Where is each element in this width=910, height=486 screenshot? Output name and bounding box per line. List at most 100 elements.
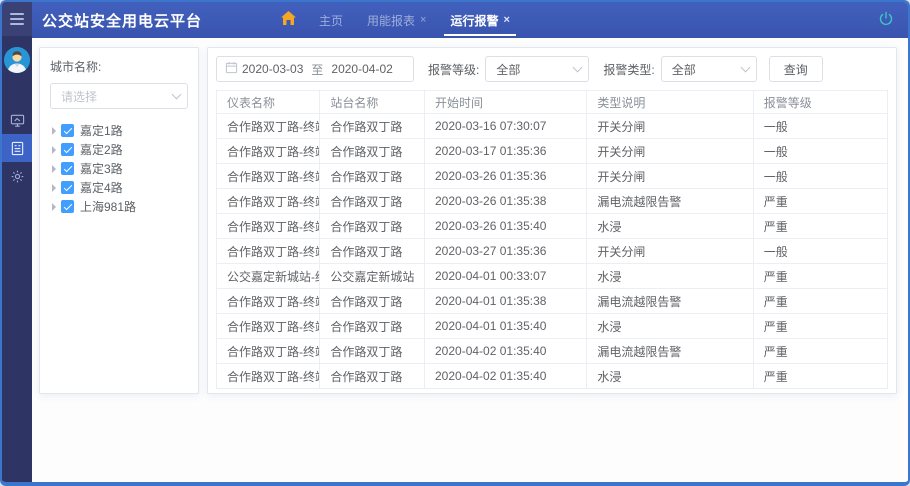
sidebar-nav	[2, 106, 32, 190]
top-header: 公交站安全用电云平台 主页 用能报表 × 运行报警 ×	[32, 2, 908, 38]
side-rail	[2, 2, 32, 482]
tree-item-label: 上海981路	[80, 200, 137, 214]
table-row[interactable]: 合作路双丁路-终端1 合作路双丁路 2020-03-26 01:35:40 水浸…	[215, 213, 889, 239]
table-column-header: 站台名称	[319, 90, 425, 114]
tree-item-label: 嘉定1路	[80, 124, 123, 138]
cell-alarm-level: 一般	[752, 113, 889, 139]
header-tabs: 主页 用能报表 × 运行报警 ×	[270, 2, 522, 38]
cell-alarm-level: 严重	[752, 363, 889, 389]
cell-start-time: 2020-03-26 01:35:40	[423, 213, 588, 239]
checked-checkbox[interactable]	[61, 124, 74, 137]
user-avatar[interactable]	[4, 47, 30, 73]
cell-start-time: 2020-03-27 01:35:36	[423, 238, 588, 264]
cell-station-name: 合作路双丁路	[319, 138, 425, 164]
tab-label: 主页	[319, 13, 344, 28]
cell-station-name: 合作路双丁路	[319, 313, 425, 339]
caret-right-icon[interactable]	[52, 183, 56, 192]
caret-right-icon[interactable]	[52, 202, 56, 211]
caret-right-icon[interactable]	[52, 145, 56, 154]
tree-item[interactable]: 嘉定4路	[50, 178, 188, 197]
city-panel: 城市名称: 请选择 嘉定1路 嘉定2路 嘉定3路 嘉定4路 上海981路	[39, 47, 199, 394]
tree-item-label: 嘉定4路	[80, 181, 123, 195]
cell-meter-name: 合作路双丁路-终端1	[215, 138, 321, 164]
chevron-down-icon	[572, 62, 583, 73]
filter-bar: 2020-03-03 至 2020-04-02 报警等级: 全部 报警类型: 全…	[216, 56, 888, 82]
tab-home[interactable]: 主页	[307, 2, 355, 38]
table-row[interactable]: 合作路双丁路-终端1 合作路双丁路 2020-04-01 01:35:38 漏电…	[215, 288, 889, 314]
sidebar-item-monitor[interactable]	[2, 106, 32, 134]
monitor-icon	[10, 113, 25, 128]
hamburger-menu-icon[interactable]	[2, 2, 32, 36]
cell-station-name: 合作路双丁路	[319, 338, 425, 364]
checked-checkbox[interactable]	[61, 162, 74, 175]
table-row[interactable]: 合作路双丁路-终端1 合作路双丁路 2020-04-02 01:35:40 水浸…	[215, 363, 889, 389]
alarm-level-label: 报警等级:	[428, 62, 480, 77]
date-start[interactable]: 2020-03-03	[242, 62, 303, 76]
logout-power-icon[interactable]	[878, 11, 894, 32]
cell-alarm-level: 严重	[752, 188, 889, 214]
checked-checkbox[interactable]	[61, 143, 74, 156]
tab-label: 运行报警	[450, 13, 499, 28]
report-list-icon	[10, 141, 25, 156]
tab-run-alarm[interactable]: 运行报警 ×	[438, 2, 521, 38]
calendar-icon	[225, 61, 238, 77]
chevron-down-icon	[171, 89, 182, 100]
cell-type-desc: 开关分闸	[586, 163, 754, 189]
table-row[interactable]: 公交嘉定新城站-终端1 公交嘉定新城站 2020-04-01 00:33:07 …	[215, 263, 889, 289]
date-range-picker[interactable]: 2020-03-03 至 2020-04-02	[216, 56, 414, 82]
checked-checkbox[interactable]	[61, 181, 74, 194]
caret-right-icon[interactable]	[52, 164, 56, 173]
table-row[interactable]: 合作路双丁路-终端1 合作路双丁路 2020-04-01 01:35:40 水浸…	[215, 313, 889, 339]
table-row[interactable]: 合作路双丁路-终端1 合作路双丁路 2020-04-02 01:35:40 漏电…	[215, 338, 889, 364]
alarm-type-label: 报警类型:	[603, 62, 655, 77]
cell-meter-name: 合作路双丁路-终端1	[215, 163, 321, 189]
tree-item[interactable]: 嘉定2路	[50, 140, 188, 159]
tree-item[interactable]: 嘉定3路	[50, 159, 188, 178]
sidebar-item-settings[interactable]	[2, 162, 32, 190]
cell-alarm-level: 严重	[752, 313, 889, 339]
cell-meter-name: 合作路双丁路-终端1	[215, 338, 321, 364]
cell-start-time: 2020-04-01 01:35:40	[423, 313, 588, 339]
cell-alarm-level: 严重	[752, 213, 889, 239]
tree-item[interactable]: 上海981路	[50, 197, 188, 216]
close-icon[interactable]: ×	[503, 14, 509, 26]
cell-type-desc: 漏电流越限告警	[586, 288, 754, 314]
alarm-type-select[interactable]: 全部	[660, 56, 757, 82]
cell-meter-name: 合作路双丁路-终端1	[215, 313, 321, 339]
city-select[interactable]: 请选择	[50, 83, 188, 109]
table-row[interactable]: 合作路双丁路-终端1 合作路双丁路 2020-03-17 01:35:36 开关…	[215, 138, 889, 164]
table-row[interactable]: 合作路双丁路-终端1 合作路双丁路 2020-03-27 01:35:36 开关…	[215, 238, 889, 264]
cell-station-name: 合作路双丁路	[319, 163, 425, 189]
alarm-level-value: 全部	[496, 62, 521, 77]
date-end[interactable]: 2020-04-02	[331, 62, 392, 76]
close-icon[interactable]: ×	[420, 14, 426, 26]
cell-meter-name: 合作路双丁路-终端1	[215, 238, 321, 264]
cell-meter-name: 合作路双丁路-终端1	[215, 363, 321, 389]
chevron-down-icon	[740, 62, 751, 73]
query-button[interactable]: 查询	[768, 56, 823, 82]
cell-type-desc: 水浸	[586, 263, 754, 289]
alarm-level-select[interactable]: 全部	[485, 56, 590, 82]
home-tab[interactable]	[270, 2, 307, 38]
checked-checkbox[interactable]	[61, 200, 74, 213]
table-row[interactable]: 合作路双丁路-终端1 合作路双丁路 2020-03-16 07:30:07 开关…	[215, 113, 889, 139]
cell-alarm-level: 严重	[752, 288, 889, 314]
table-row[interactable]: 合作路双丁路-终端1 合作路双丁路 2020-03-26 01:35:36 开关…	[215, 163, 889, 189]
cell-alarm-level: 严重	[752, 338, 889, 364]
table-column-header: 仪表名称	[215, 90, 321, 114]
sidebar-item-reports[interactable]	[2, 134, 32, 162]
cell-meter-name: 合作路双丁路-终端1	[215, 188, 321, 214]
caret-right-icon[interactable]	[52, 126, 56, 135]
table-row[interactable]: 合作路双丁路-终端1 合作路双丁路 2020-03-26 01:35:38 漏电…	[215, 188, 889, 214]
alarm-type-value: 全部	[671, 62, 696, 77]
table-body: 合作路双丁路-终端1 合作路双丁路 2020-03-16 07:30:07 开关…	[215, 113, 889, 389]
cell-start-time: 2020-04-01 01:35:38	[423, 288, 588, 314]
cell-alarm-level: 严重	[752, 263, 889, 289]
tab-energy-report[interactable]: 用能报表 ×	[355, 2, 438, 38]
cell-start-time: 2020-04-01 00:33:07	[423, 263, 588, 289]
date-separator: 至	[311, 62, 324, 77]
tree-item-label: 嘉定3路	[80, 162, 123, 176]
cell-station-name: 合作路双丁路	[319, 188, 425, 214]
alarm-table: 仪表名称站台名称开始时间类型说明报警等级 合作路双丁路-终端1 合作路双丁路 2…	[215, 90, 889, 389]
tree-item[interactable]: 嘉定1路	[50, 121, 188, 140]
